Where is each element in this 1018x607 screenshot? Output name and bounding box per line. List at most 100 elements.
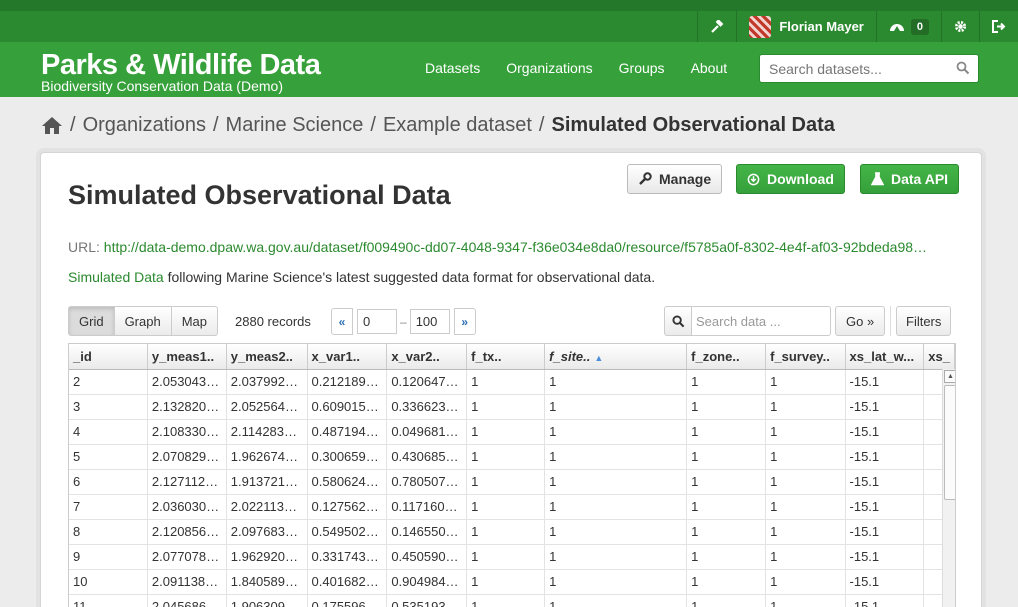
data-search-input[interactable]: Search data ...	[692, 306, 831, 336]
table-cell: 1	[686, 519, 767, 545]
table-cell: 0.175596…	[307, 594, 388, 607]
breadcrumb-example-dataset[interactable]: Example dataset	[383, 114, 532, 137]
table-cell: 0.300659…	[307, 444, 388, 470]
download-button[interactable]: Download	[736, 164, 845, 194]
data-api-button[interactable]: Data API	[860, 164, 960, 194]
table-row[interactable]: 9 2.077078… 1.962920… 0.331743… 0.450590… 1 1 1…	[69, 544, 955, 570]
table-row[interactable]: 10 2.091138… 1.840589… 0.401682… 0.904984… 1 1…	[69, 569, 955, 595]
column-header[interactable]: xs_	[923, 344, 955, 370]
vertical-scrollbar[interactable]: ▲	[942, 369, 955, 607]
table-cell: 11	[69, 594, 148, 607]
page-title: Simulated Observational Data	[68, 180, 451, 210]
resource-url-link[interactable]: http://data-demo.dpaw.wa.gov.au/dataset/…	[104, 239, 927, 255]
table-cell: 1	[686, 444, 767, 470]
table-row[interactable]: 8 2.120856… 2.097683… 0.549502… 0.146550… 1 1 1…	[69, 519, 955, 545]
table-cell: -15.1	[845, 594, 925, 607]
manage-button[interactable]: Manage	[627, 164, 723, 194]
table-cell: 1	[544, 494, 688, 520]
pager-from-input[interactable]: 0	[357, 309, 397, 334]
hammer-icon	[711, 19, 724, 33]
nav-groups[interactable]: Groups	[619, 60, 665, 76]
admin-link[interactable]	[697, 11, 736, 42]
table-cell: 1	[765, 519, 846, 545]
graph-view-button[interactable]: Graph	[114, 306, 172, 336]
column-header[interactable]: xs_lat_w...	[845, 344, 925, 370]
sort-asc-icon: ▲	[594, 352, 604, 363]
settings-link[interactable]	[941, 11, 979, 42]
table-row[interactable]: 6 2.127112… 1.913721… 0.580624… 0.780507… 1 1 1…	[69, 469, 955, 495]
go-button[interactable]: Go »	[835, 306, 886, 336]
search-icon[interactable]	[956, 61, 970, 80]
scroll-up-arrow-icon[interactable]: ▲	[944, 370, 955, 383]
table-header-row: _id y_meas1.. y_meas2.. x_var1.. x_var2.. f_t…	[69, 344, 955, 370]
table-cell: 1.913721…	[226, 469, 308, 495]
column-header[interactable]: x_var1..	[307, 344, 388, 370]
table-cell: 2.132820…	[147, 394, 227, 420]
site-title[interactable]: Parks & Wildlife Data	[41, 51, 321, 80]
table-row[interactable]: 2 2.053043… 2.037992… 0.212189… 0.120647… 1 1 1…	[69, 369, 955, 395]
column-header[interactable]: y_meas1..	[147, 344, 227, 370]
table-cell: 1	[544, 544, 688, 570]
table-cell: 0.430685…	[386, 444, 468, 470]
user-name: Florian Mayer	[779, 19, 864, 34]
table-cell: -15.1	[845, 469, 925, 495]
table-cell: 1	[544, 419, 688, 445]
data-search-icon	[664, 306, 692, 336]
column-header[interactable]: f_zone..	[686, 344, 767, 370]
table-cell: 1.962674…	[226, 444, 308, 470]
scrollbar-thumb[interactable]	[944, 385, 955, 500]
wrench-icon	[639, 172, 652, 185]
breadcrumb-current[interactable]: Simulated Observational Data	[551, 114, 834, 137]
table-cell: 2.108330…	[147, 419, 227, 445]
column-header[interactable]: _id	[69, 344, 148, 370]
breadcrumb-marine-science[interactable]: Marine Science	[226, 114, 364, 137]
table-cell: 9	[69, 544, 148, 570]
table-row[interactable]: 11 2.045686… 1.906309… 0.175596… 0.535193… 1 1…	[69, 594, 955, 607]
column-header[interactable]: f_site.. ▲	[544, 344, 688, 370]
table-cell: 1	[686, 369, 767, 395]
table-cell: 2.097683…	[226, 519, 308, 545]
table-cell: 4	[69, 419, 148, 445]
nav-about[interactable]: About	[691, 60, 728, 76]
filters-button[interactable]: Filters	[896, 306, 952, 336]
table-cell: 2.114283…	[226, 419, 308, 445]
description-link[interactable]: Simulated Data	[68, 269, 164, 285]
column-header[interactable]: x_var2..	[386, 344, 468, 370]
table-cell: 1	[686, 469, 767, 495]
grid-view-button[interactable]: Grid	[68, 306, 115, 336]
home-icon[interactable]	[41, 116, 63, 135]
table-cell: 0.609015…	[307, 394, 388, 420]
pager-prev-button[interactable]: «	[331, 308, 353, 335]
nav-organizations[interactable]: Organizations	[506, 60, 592, 76]
column-header[interactable]: f_tx..	[466, 344, 546, 370]
table-cell: 1	[686, 594, 767, 607]
search-input[interactable]	[760, 55, 940, 82]
table-cell: 0.780507…	[386, 469, 468, 495]
masthead: Parks & Wildlife Data Biodiversity Conse…	[0, 42, 1018, 97]
pager-next-button[interactable]: »	[453, 308, 476, 335]
column-header[interactable]: f_survey..	[765, 344, 846, 370]
table-cell: 1	[765, 369, 846, 395]
table-cell: 1	[765, 469, 846, 495]
user-link[interactable]: Florian Mayer	[736, 11, 876, 42]
table-cell: 1	[765, 544, 846, 570]
table-cell: 1	[544, 369, 688, 395]
account-bar: Florian Mayer 0	[0, 0, 1018, 42]
table-row[interactable]: 5 2.070829… 1.962674… 0.300659… 0.430685… 1 1 1…	[69, 444, 955, 470]
table-row[interactable]: 3 2.132820… 2.052564… 0.609015… 0.336623… 1 1 1…	[69, 394, 955, 420]
dashboard-link[interactable]: 0	[875, 11, 941, 42]
nav-datasets[interactable]: Datasets	[425, 60, 480, 76]
table-row[interactable]: 4 2.108330… 2.114283… 0.487194… 0.049681… 1 1 1…	[69, 419, 955, 445]
column-header[interactable]: y_meas2..	[226, 344, 308, 370]
breadcrumb-organizations[interactable]: Organizations	[83, 114, 206, 137]
table-cell: 1	[466, 419, 546, 445]
table-cell: 1.962920…	[226, 544, 308, 570]
table-cell: 1	[544, 394, 688, 420]
logout-link[interactable]	[979, 11, 1018, 42]
table-cell: 1	[466, 394, 546, 420]
table-row[interactable]: 7 2.036030… 2.022113… 0.127562… 0.117160… 1 1 1…	[69, 494, 955, 520]
pager-to-input[interactable]: 100	[409, 309, 450, 334]
site-subtitle: Biodiversity Conservation Data (Demo)	[41, 78, 283, 94]
table-cell: -15.1	[845, 494, 925, 520]
map-view-button[interactable]: Map	[171, 306, 218, 336]
